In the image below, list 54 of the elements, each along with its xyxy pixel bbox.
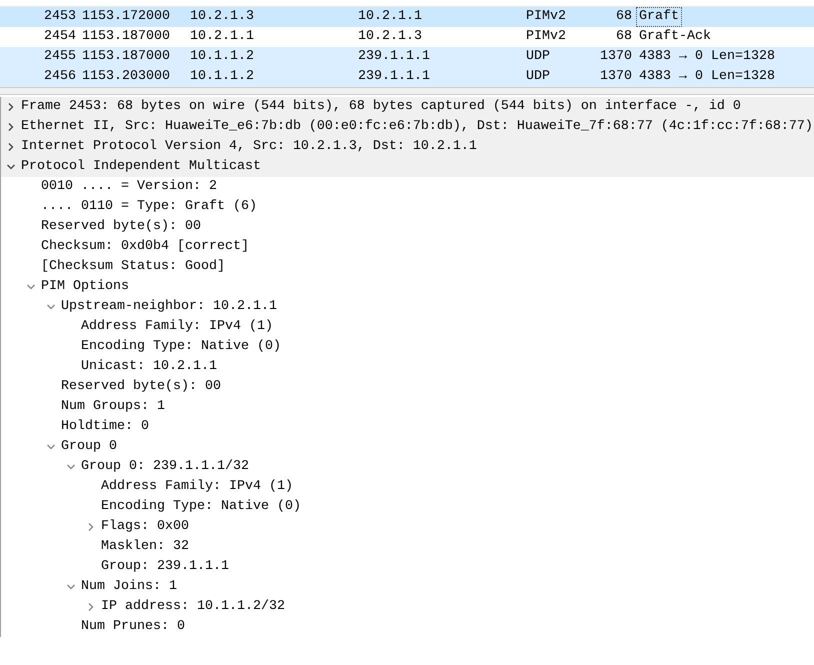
packet-time: 1153.203000 [82,69,170,84]
tree-item[interactable]: Holdtime: 0 [61,417,149,437]
tree-item[interactable]: Group 0 [61,437,117,457]
packet-source: 10.2.1.1 [190,29,254,44]
tree-item[interactable]: Num Joins: 1 [81,577,177,597]
packet-row[interactable]: 2453 1153.172000 10.2.1.3 10.2.1.1 PIMv2 68 Graft [0,7,814,27]
tree-item[interactable]: Unicast: 10.2.1.1 [81,357,217,377]
packet-protocol: PIMv2 [526,9,566,24]
tree-item[interactable]: Upstream-neighbor: 10.2.1.1 [61,297,277,317]
tree-item[interactable]: 0010 .... = Version: 2 [41,177,217,197]
tree-item[interactable]: Group 0: 239.1.1.1/32 [81,457,249,477]
tree-item[interactable]: Group: 239.1.1.1 [101,557,229,577]
packet-protocol: UDP [526,49,550,64]
packet-info: 4383 → 0 Len=1328 [639,49,775,64]
tree-item[interactable]: Checksum: 0xd0b4 [correct] [41,237,249,257]
tree-item[interactable]: PIM Options [41,277,129,297]
tree-item[interactable]: Num Prunes: 0 [81,617,185,637]
packet-protocol: UDP [526,69,550,84]
tree-item[interactable]: Num Groups: 1 [61,397,165,417]
packet-number: 2456 [44,69,76,84]
tree-item[interactable]: Reserved byte(s): 00 [41,217,201,237]
tree-item[interactable]: Flags: 0x00 [101,517,189,537]
tree-item[interactable]: Encoding Type: Native (0) [81,337,281,357]
packet-length: 68 [616,9,632,24]
packet-info: Graft-Ack [639,29,711,44]
packet-destination: 239.1.1.1 [358,49,430,64]
packet-destination: 10.2.1.3 [358,29,422,44]
packet-length: 68 [616,29,632,44]
packet-number: 2455 [44,49,76,64]
packet-destination: 239.1.1.1 [358,69,430,84]
tree-item[interactable]: Address Family: IPv4 (1) [101,477,293,497]
packet-time: 1153.187000 [82,29,170,44]
packet-length: 1370 [600,69,632,84]
tree-item[interactable]: Reserved byte(s): 00 [61,377,221,397]
packet-length: 1370 [600,49,632,64]
packet-source: 10.1.1.2 [190,49,254,64]
tree-item[interactable]: Encoding Type: Native (0) [101,497,301,517]
packet-number: 2453 [44,9,76,24]
packet-time: 1153.172000 [82,9,170,24]
tree-item[interactable]: .... 0110 = Type: Graft (6) [41,197,257,217]
packet-time: 1153.187000 [82,49,170,64]
tree-item[interactable]: [Checksum Status: Good] [41,257,225,277]
packet-destination: 10.2.1.1 [358,9,422,24]
packet-source: 10.2.1.3 [190,9,254,24]
packet-number: 2454 [44,29,76,44]
tree-item[interactable]: Address Family: IPv4 (1) [81,317,273,337]
packet-source: 10.1.1.2 [190,69,254,84]
tree-item[interactable]: Masklen: 32 [101,537,189,557]
packet-row[interactable]: 2456 1153.203000 10.1.1.2 239.1.1.1 UDP 1370 4383 → 0 Len=1328 [0,67,814,87]
packet-row[interactable]: 2455 1153.187000 10.1.1.2 239.1.1.1 UDP 1370 4383 → 0 Len=1328 [0,47,814,67]
packet-info: Graft [639,9,679,24]
packet-protocol: PIMv2 [526,29,566,44]
packet-info: 4383 → 0 Len=1328 [639,69,775,84]
tree-item[interactable]: IP address: 10.1.1.2/32 [101,597,285,617]
